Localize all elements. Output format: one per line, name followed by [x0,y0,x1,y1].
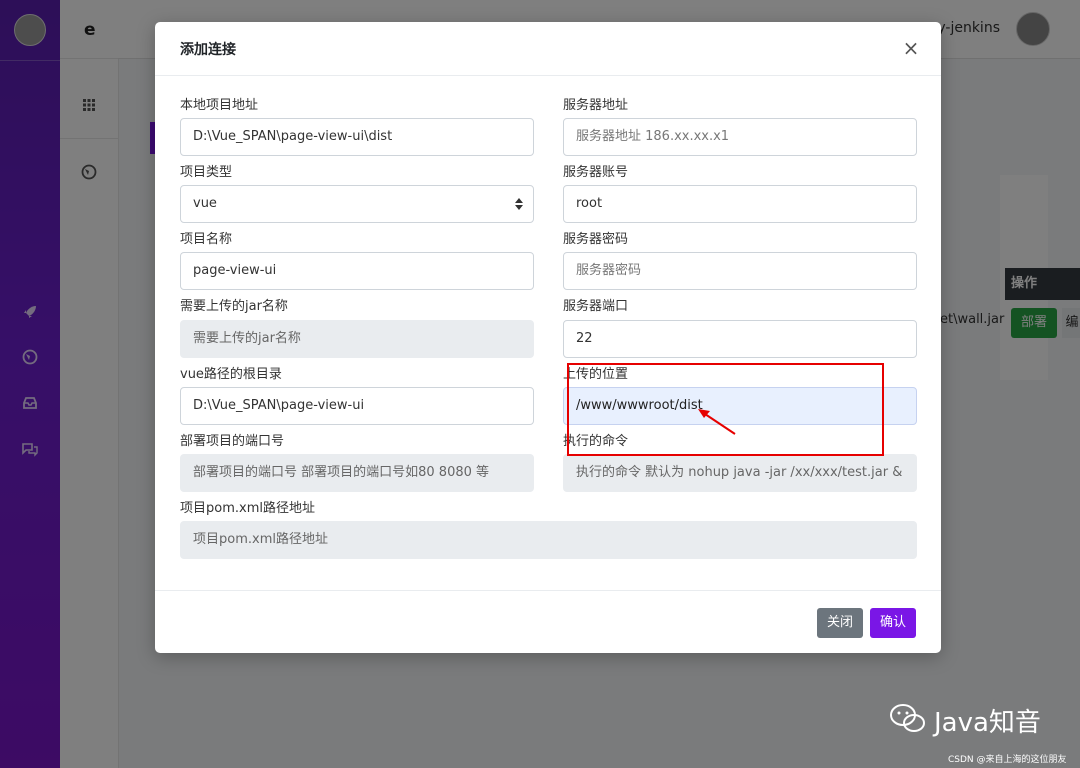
close-icon[interactable]: × [901,36,921,60]
deploy-port-label: 部署项目的端口号 [180,434,285,449]
server-port-input[interactable]: 22 [563,320,917,358]
select-caret-icon [515,198,523,210]
server-address-input[interactable]: 服务器地址 186.xx.xx.x1 [563,118,917,156]
vue-root-label: vue路径的根目录 [180,367,282,382]
project-name-label: 项目名称 [180,232,233,247]
watermark-brand: Java知音 [934,708,1041,738]
confirm-button[interactable]: 确认 [870,608,916,638]
close-button[interactable]: 关闭 [817,608,863,638]
project-name-input[interactable]: page-view-ui [180,252,534,290]
pom-path-label: 项目pom.xml路径地址 [180,501,315,516]
jar-name-input[interactable]: 需要上传的jar名称 [180,320,534,358]
server-password-label: 服务器密码 [563,232,629,247]
server-port-label: 服务器端口 [563,299,629,314]
add-connection-modal: 添加连接 × 本地项目地址 D:\Vue_SPAN\page-view-ui\d… [155,22,941,653]
annotation-arrow-icon [698,409,736,435]
exec-command-input[interactable]: 执行的命令 默认为 nohup java -jar /xx/xxx/test.j… [563,454,917,492]
watermark-credit: CSDN @来自上海的这位朋友 [948,755,1067,765]
server-account-input[interactable]: root [563,185,917,223]
wechat-logo-icon [890,704,925,732]
vue-root-input[interactable]: D:\Vue_SPAN\page-view-ui [180,387,534,425]
pom-path-input[interactable]: 项目pom.xml路径地址 [180,521,917,559]
project-type-label: 项目类型 [180,165,233,180]
project-type-value: vue [193,196,217,211]
deploy-port-input[interactable]: 部署项目的端口号 部署项目的端口号如80 8080 等 [180,454,534,492]
server-password-input[interactable]: 服务器密码 [563,252,917,290]
local-path-label: 本地项目地址 [180,98,259,113]
modal-title: 添加连接 [180,42,236,58]
server-account-label: 服务器账号 [563,165,629,180]
project-type-select[interactable]: vue [180,185,534,223]
server-address-label: 服务器地址 [563,98,629,113]
jar-name-label: 需要上传的jar名称 [180,299,288,314]
local-path-input[interactable]: D:\Vue_SPAN\page-view-ui\dist [180,118,534,156]
modal-header: 添加连接 × [155,22,941,76]
